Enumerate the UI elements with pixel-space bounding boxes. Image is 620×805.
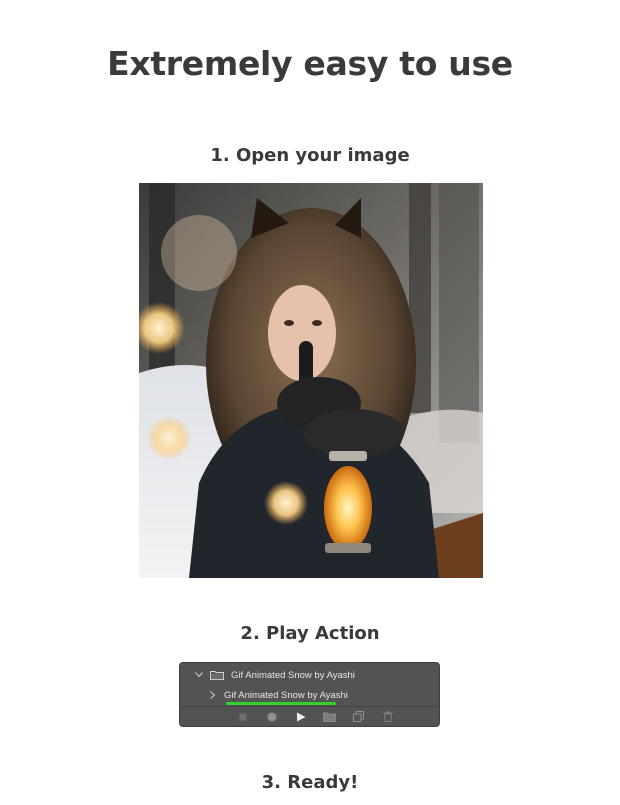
- action-label: Gif Animated Snow by Ayashi: [224, 689, 348, 701]
- trash-icon[interactable]: [373, 709, 402, 725]
- action-set-row[interactable]: Gif Animated Snow by Ayashi: [180, 665, 439, 685]
- step-3-title: 3. Ready!: [261, 772, 359, 793]
- step-1-title: 1. Open your image: [210, 145, 410, 166]
- stop-icon[interactable]: [228, 709, 257, 725]
- step-2-title: 2. Play Action: [240, 623, 380, 644]
- chevron-down-icon[interactable]: [194, 670, 204, 680]
- folder-icon[interactable]: [315, 709, 344, 725]
- chevron-right-icon[interactable]: [208, 690, 218, 700]
- page-title: Extremely easy to use: [107, 44, 513, 83]
- new-action-icon[interactable]: [344, 709, 373, 725]
- record-icon[interactable]: [257, 709, 286, 725]
- actions-panel: Gif Animated Snow by Ayashi Gif Animated…: [179, 662, 440, 727]
- folder-icon: [210, 670, 224, 680]
- sample-photo: [139, 183, 483, 578]
- actions-toolbar: [180, 706, 439, 726]
- action-set-label: Gif Animated Snow by Ayashi: [231, 669, 355, 681]
- action-highlight-underline: [226, 702, 336, 705]
- play-icon[interactable]: [286, 709, 315, 725]
